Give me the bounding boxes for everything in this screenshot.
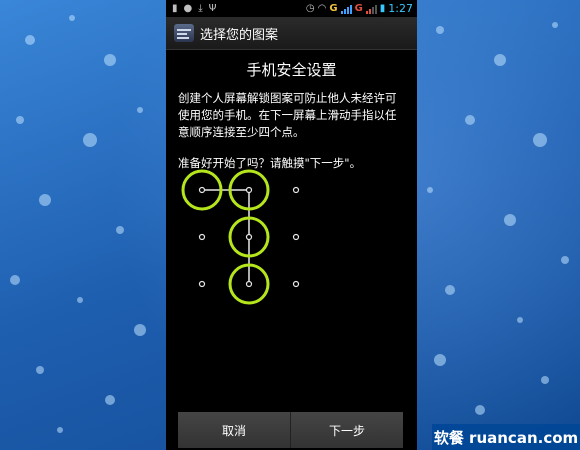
battery-icon: ▮ xyxy=(379,2,386,14)
notification-icons: ▮ ● ⤓ Ψ xyxy=(166,2,217,14)
signal-bars-2-icon xyxy=(365,4,377,14)
usb-icon: Ψ xyxy=(208,2,217,14)
section-heading: 手机安全设置 xyxy=(246,61,337,79)
cancel-button[interactable]: 取消 xyxy=(178,412,290,448)
wifi-icon: ◠ xyxy=(317,2,327,14)
title-bar: 选择您的图案 xyxy=(166,17,417,50)
system-icons: ◷ ◠ G G ▮ 1:27 xyxy=(306,0,413,17)
alarm-icon: ◷ xyxy=(305,2,315,14)
pattern-dot xyxy=(245,186,253,194)
status-bar: ▮ ● ⤓ Ψ ◷ ◠ G G ▮ 1:27 xyxy=(166,0,417,17)
network-type-1: G xyxy=(329,3,338,14)
unlock-pattern-demo xyxy=(181,169,300,305)
pattern-dot xyxy=(198,233,206,241)
sd-card-icon: ▮ xyxy=(172,2,178,14)
phone-screen: ▮ ● ⤓ Ψ ◷ ◠ G G ▮ 1:27 选择您的图案 手机安全设置 创建个 xyxy=(166,0,417,450)
download-icon: ⤓ xyxy=(198,2,203,14)
site-watermark: 软餐 ruancan.com xyxy=(432,424,580,450)
signal-bars-1-icon xyxy=(340,4,352,14)
content-area: 手机安全设置 创建个人屏幕解锁图案可防止他人未经许可使用您的手机。在下一屏幕上滑… xyxy=(166,50,417,171)
pattern-dot xyxy=(245,280,253,288)
pattern-dot xyxy=(245,233,253,241)
network-type-2: G xyxy=(354,3,363,14)
button-bar: 取消 下一步 xyxy=(178,412,403,448)
pattern-dot xyxy=(198,280,206,288)
pattern-dot xyxy=(292,186,300,194)
next-button[interactable]: 下一步 xyxy=(290,412,403,448)
instruction-text: 创建个人屏幕解锁图案可防止他人未经许可使用您的手机。在下一屏幕上滑动手指以任意顺… xyxy=(178,91,397,139)
pattern-dot xyxy=(292,233,300,241)
screen-title: 选择您的图案 xyxy=(200,27,279,43)
settings-app-icon xyxy=(174,24,194,42)
status-clock: 1:27 xyxy=(388,2,413,15)
android-icon: ● xyxy=(183,2,193,14)
pattern-dot xyxy=(198,186,206,194)
pattern-dot xyxy=(292,280,300,288)
